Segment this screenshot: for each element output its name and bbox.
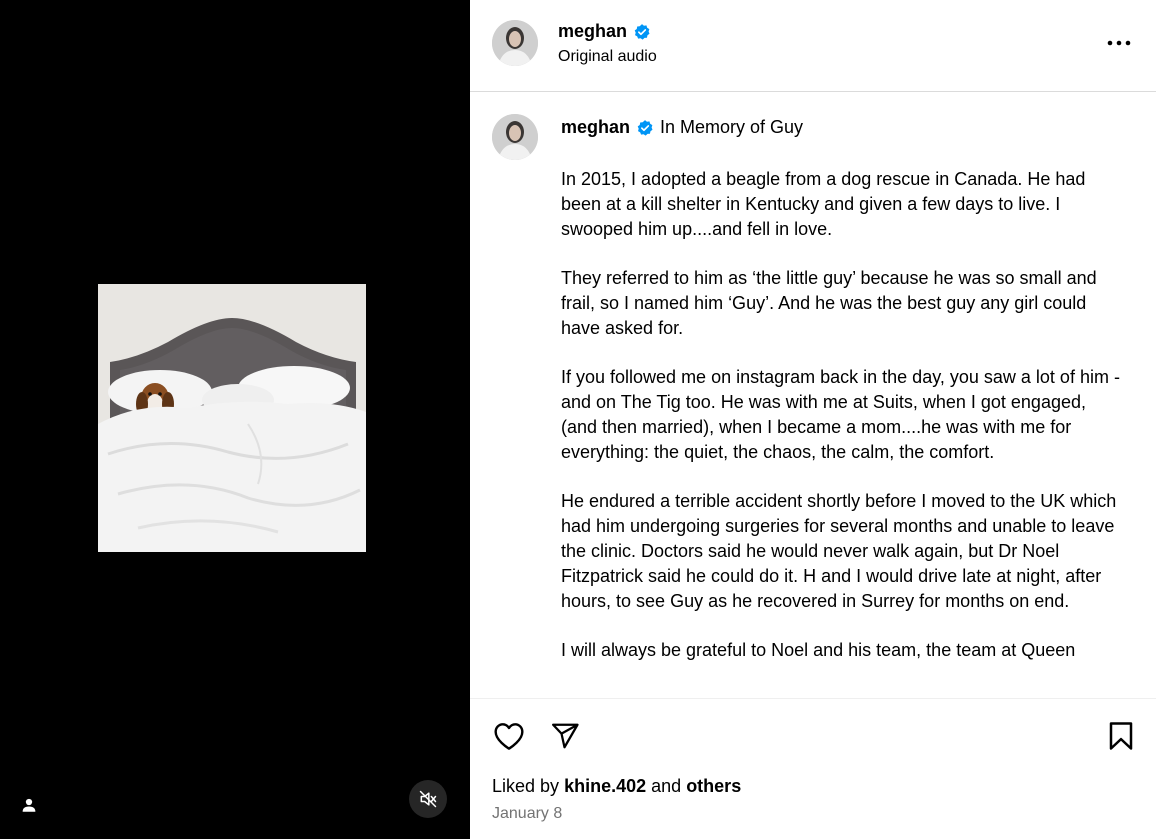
caption-avatar[interactable]	[492, 114, 538, 160]
caption-paragraph: I will always be grateful to Noel and hi…	[561, 640, 1076, 661]
user-tag-button[interactable]	[16, 792, 42, 818]
audio-link[interactable]: Original audio	[558, 48, 657, 66]
like-button[interactable]	[492, 719, 526, 753]
post-date[interactable]: January 8	[492, 805, 562, 823]
avatar[interactable]	[492, 20, 538, 66]
save-button[interactable]	[1104, 719, 1138, 753]
caption-paragraph: In 2015, I adopted a beagle from a dog r…	[561, 169, 1086, 239]
bookmark-icon	[1109, 722, 1133, 750]
audio-muted-icon	[419, 790, 437, 808]
caption-area: meghan In Memory of Guy In 2015, I adopt…	[470, 92, 1156, 698]
post-actions: Liked by khine.402 and others January 8	[470, 698, 1156, 839]
caption-text: In 2015, I adopted a beagle from a dog r…	[561, 167, 1126, 688]
header-username[interactable]: meghan	[558, 21, 651, 42]
caption-username[interactable]: meghan	[561, 117, 630, 138]
profile-photo-icon	[492, 20, 538, 66]
mute-toggle-button[interactable]	[409, 780, 447, 818]
send-icon	[552, 723, 579, 749]
share-button[interactable]	[548, 719, 582, 753]
likes-summary: Liked by khine.402 and others	[492, 776, 741, 797]
header-username-text[interactable]: meghan	[558, 21, 627, 42]
caption-header: meghan In Memory of Guy	[561, 117, 803, 138]
caption-title: In Memory of Guy	[660, 117, 804, 137]
caption-paragraph: If you followed me on instagram back in …	[561, 367, 1120, 462]
post-image[interactable]	[98, 284, 366, 552]
profile-photo-icon	[492, 114, 538, 160]
caption-paragraph: He endured a terrible accident shortly b…	[561, 491, 1117, 611]
verified-badge-icon	[637, 119, 653, 136]
caption-paragraph: They referred to him as ‘the little guy’…	[561, 268, 1097, 338]
heart-icon	[494, 723, 524, 750]
liked-by-user-link[interactable]: khine.402	[564, 776, 646, 796]
post-header: meghan Original audio	[470, 0, 1156, 92]
media-panel	[0, 0, 470, 839]
post-side-panel: meghan Original audio meghan In Memory o…	[470, 0, 1156, 839]
liked-by-prefix: Liked by	[492, 776, 560, 796]
beagle-in-bed-image	[98, 284, 366, 552]
liked-by-and: and	[651, 776, 682, 796]
more-options-button[interactable]	[1106, 33, 1132, 53]
liked-by-others-link[interactable]: others	[686, 776, 741, 796]
user-tag-icon	[22, 798, 36, 812]
more-horizontal-icon	[1107, 40, 1131, 46]
verified-badge-icon	[634, 23, 650, 40]
